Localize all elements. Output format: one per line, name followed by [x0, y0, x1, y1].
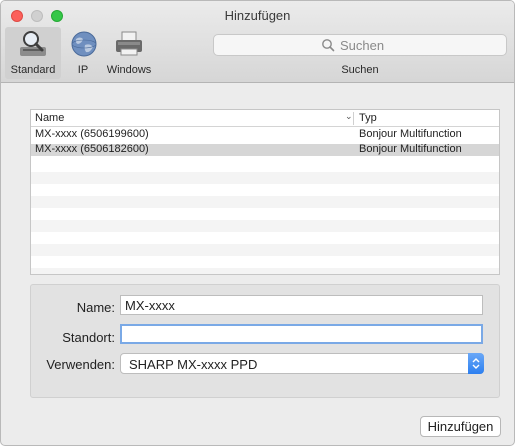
printer-details-panel: Name: Standort: Verwenden: SHARP MX-xxxx… [30, 284, 500, 398]
search-icon [322, 39, 335, 52]
select-arrows-icon[interactable] [468, 353, 484, 374]
toolbar-windows-label: Windows [106, 64, 152, 76]
list-item[interactable]: MX-xxxx (6506182600) Bonjour Multifuncti… [31, 143, 499, 156]
toolbar-standard-button[interactable]: Standard [5, 27, 61, 79]
toolbar-standard-label: Standard [10, 64, 56, 76]
printer-name: MX-xxxx (6506182600) [35, 143, 149, 155]
printer-icon [116, 31, 142, 56]
toolbar-windows-button[interactable]: Windows [101, 27, 157, 79]
toolbar: Hinzufügen Standard IP Windows Suchen Su… [1, 1, 514, 83]
column-divider [353, 112, 354, 125]
name-field[interactable] [120, 295, 483, 315]
driver-select[interactable]: SHARP MX-xxxx PPD [120, 353, 484, 374]
empty-row-stripe [31, 220, 499, 232]
toolbar-ip-button[interactable]: IP [65, 27, 101, 79]
globe-icon [71, 31, 97, 57]
list-item[interactable]: MX-xxxx (6506199600) Bonjour Multifuncti… [31, 128, 499, 141]
list-header: Name ⌄ Typ [31, 110, 499, 127]
printer-list[interactable]: Name ⌄ Typ MX-xxxx (6506199600) Bonjour … [30, 109, 500, 275]
printer-type: Bonjour Multifunction [359, 143, 462, 155]
add-button[interactable]: Hinzufügen [420, 416, 501, 437]
location-label: Standort: [62, 330, 115, 345]
driver-select-value: SHARP MX-xxxx PPD [129, 357, 258, 372]
name-label: Name: [76, 300, 115, 315]
printer-name: MX-xxxx (6506199600) [35, 128, 149, 140]
column-header-name[interactable]: Name [35, 112, 64, 124]
location-field[interactable] [120, 324, 483, 344]
empty-row-stripe [31, 196, 499, 208]
magnifier-printer-icon [20, 31, 46, 56]
use-label: Verwenden: [46, 357, 115, 372]
empty-row-stripe [31, 268, 499, 274]
search-field[interactable]: Suchen [213, 34, 507, 56]
sort-chevron-icon[interactable]: ⌄ [345, 111, 353, 122]
search-label: Suchen [341, 64, 379, 76]
toolbar-ip-label: IP [77, 64, 89, 76]
printer-type: Bonjour Multifunction [359, 128, 462, 140]
empty-row-stripe [31, 172, 499, 184]
add-printer-window: Hinzufügen Standard IP Windows Suchen Su… [0, 0, 515, 446]
column-header-type[interactable]: Typ [359, 112, 377, 124]
empty-row-stripe [31, 244, 499, 256]
search-placeholder: Suchen [340, 38, 385, 53]
window-title: Hinzufügen [224, 8, 291, 23]
